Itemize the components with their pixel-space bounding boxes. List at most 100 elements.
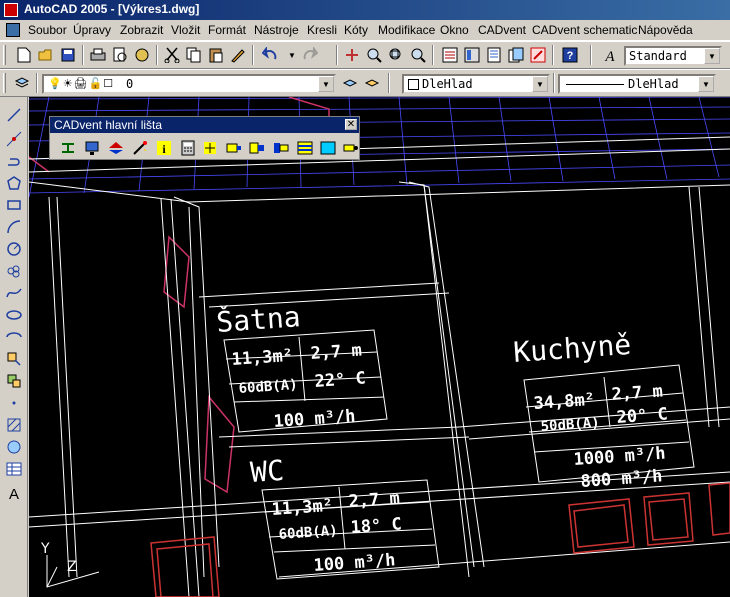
circle-icon[interactable] xyxy=(4,239,24,259)
panel-icon[interactable] xyxy=(319,139,337,157)
zoom-window-icon[interactable] xyxy=(386,45,406,65)
chevron-down-icon[interactable]: ▼ xyxy=(318,76,334,92)
menu-napoveda[interactable]: Nápověda xyxy=(638,23,693,37)
chevron-down-icon[interactable]: ▼ xyxy=(532,76,548,92)
rectangle-icon[interactable] xyxy=(4,195,24,215)
room-name: Šatna xyxy=(215,299,301,339)
sparkle-icon[interactable] xyxy=(201,139,219,157)
wand-icon[interactable] xyxy=(131,139,149,157)
menu-modifikace[interactable]: Modifikace xyxy=(378,23,435,37)
new-file-icon[interactable] xyxy=(14,45,34,65)
room-area: 11,3m² xyxy=(271,496,334,520)
menu-format[interactable]: Formát xyxy=(208,23,246,37)
hatch-icon[interactable] xyxy=(4,415,24,435)
insert-block-icon[interactable] xyxy=(4,349,24,369)
publish-icon[interactable] xyxy=(132,45,152,65)
duct-fitting-icon[interactable] xyxy=(225,139,243,157)
menu-okno[interactable]: Okno xyxy=(440,23,469,37)
document-icon[interactable] xyxy=(6,23,20,37)
print-preview-icon[interactable] xyxy=(110,45,130,65)
menu-cadvent[interactable]: CADvent xyxy=(478,23,526,37)
cadvent-toolbar-title: CADvent hlavní lišta xyxy=(54,118,163,132)
paste-icon[interactable] xyxy=(206,45,226,65)
calculator-icon[interactable] xyxy=(179,139,197,157)
room-noise: 50dB(A) xyxy=(540,415,600,435)
save-icon[interactable] xyxy=(58,45,78,65)
sheet-set-icon[interactable] xyxy=(506,45,526,65)
close-icon[interactable]: ✕ xyxy=(345,119,357,130)
polygon-icon[interactable] xyxy=(4,173,24,193)
duct-reducer-icon[interactable] xyxy=(248,139,266,157)
arc-icon[interactable] xyxy=(4,217,24,237)
chevron-down-icon[interactable]: ▼ xyxy=(704,48,720,64)
pan-realtime-icon[interactable] xyxy=(342,45,362,65)
ellipse-icon[interactable] xyxy=(4,305,24,325)
chevron-down-icon[interactable]: ▼ xyxy=(698,76,714,92)
cadvent-toolbar[interactable]: CADvent hlavní lišta ✕ i xyxy=(49,116,360,160)
menu-soubor[interactable]: Soubor xyxy=(28,23,67,37)
multiline-text-icon[interactable]: A xyxy=(4,483,24,503)
text-style-value: Standard xyxy=(629,49,687,63)
undo-icon[interactable] xyxy=(260,45,280,65)
menu-upravy[interactable]: Úpravy xyxy=(73,23,111,37)
layer-combo[interactable]: 💡☀🖨🔓☐ 0 ▼ xyxy=(42,74,336,94)
duct-network-icon[interactable] xyxy=(59,139,77,157)
insulation-icon[interactable] xyxy=(296,139,314,157)
standard-toolbar: ▼ ? A Standard ▼ xyxy=(0,41,730,69)
table-icon[interactable] xyxy=(4,459,24,479)
ellipse-arc-icon[interactable] xyxy=(4,327,24,347)
make-block-icon[interactable] xyxy=(4,371,24,391)
menu-zobrazit[interactable]: Zobrazit xyxy=(120,23,163,37)
room-noise: 60dB(A) xyxy=(278,523,338,543)
tool-palettes-icon[interactable] xyxy=(484,45,504,65)
layer-previous-icon[interactable] xyxy=(362,73,382,93)
ucs-z-label: Z xyxy=(67,559,77,575)
room-temp: 20° C xyxy=(616,404,668,428)
menu-kresli[interactable]: Kresli xyxy=(307,23,337,37)
cut-icon[interactable] xyxy=(162,45,182,65)
menu-vlozit[interactable]: Vložit xyxy=(171,23,200,37)
zoom-realtime-icon[interactable] xyxy=(364,45,384,65)
redo-icon[interactable] xyxy=(300,45,320,65)
print-icon[interactable] xyxy=(88,45,108,65)
match-properties-icon[interactable] xyxy=(228,45,248,65)
point-icon[interactable] xyxy=(4,393,24,413)
layers-icon[interactable] xyxy=(107,139,125,157)
design-center-icon[interactable] xyxy=(462,45,482,65)
menu-koty[interactable]: Kóty xyxy=(344,23,368,37)
linetype-combo[interactable]: DleHlad ▼ xyxy=(558,74,716,94)
line-icon[interactable] xyxy=(4,105,24,125)
construction-line-icon[interactable] xyxy=(4,129,24,149)
info-icon[interactable]: i xyxy=(155,139,173,157)
room-noise: 60dB(A) xyxy=(238,377,298,397)
drawing-svg: Šatna 11,3m² 2,7 m 60dB(A) 22° C 100 m³/… xyxy=(29,97,730,597)
spline-icon[interactable] xyxy=(4,283,24,303)
make-layer-current-icon[interactable] xyxy=(340,73,360,93)
color-swatch xyxy=(408,79,419,90)
duct-connector-icon[interactable] xyxy=(272,139,290,157)
cadvent-toolbar-title-bar[interactable]: CADvent hlavní lišta ✕ xyxy=(50,117,359,133)
flow-icon[interactable] xyxy=(342,139,360,157)
toolbar-grip[interactable] xyxy=(3,73,6,93)
help-icon[interactable]: ? xyxy=(560,45,580,65)
open-file-icon[interactable] xyxy=(36,45,56,65)
undo-dropdown-icon[interactable]: ▼ xyxy=(282,45,302,65)
region-icon[interactable] xyxy=(4,437,24,457)
layers-toolbar: 💡☀🖨🔓☐ 0 ▼ DleHlad ▼ DleHlad ▼ xyxy=(0,69,730,97)
markup-set-icon[interactable] xyxy=(528,45,548,65)
toolbar-grip[interactable] xyxy=(3,45,6,65)
revision-cloud-icon[interactable] xyxy=(4,261,24,281)
drawing-canvas[interactable]: Šatna 11,3m² 2,7 m 60dB(A) 22° C 100 m³/… xyxy=(29,97,730,597)
menu-cadvent-schematic[interactable]: CADvent schematic xyxy=(532,23,637,37)
draw-toolbar: A xyxy=(0,97,28,597)
properties-icon[interactable] xyxy=(440,45,460,65)
layer-manager-icon[interactable] xyxy=(12,73,32,93)
color-combo[interactable]: DleHlad ▼ xyxy=(402,74,550,94)
copy-icon[interactable] xyxy=(184,45,204,65)
zoom-previous-icon[interactable] xyxy=(408,45,428,65)
text-style-combo[interactable]: Standard ▼ xyxy=(624,46,722,66)
menu-nastroje[interactable]: Nástroje xyxy=(254,23,299,37)
text-style-icon[interactable]: A xyxy=(600,45,620,65)
polyline-icon[interactable] xyxy=(4,151,24,171)
monitor-icon[interactable] xyxy=(83,139,101,157)
